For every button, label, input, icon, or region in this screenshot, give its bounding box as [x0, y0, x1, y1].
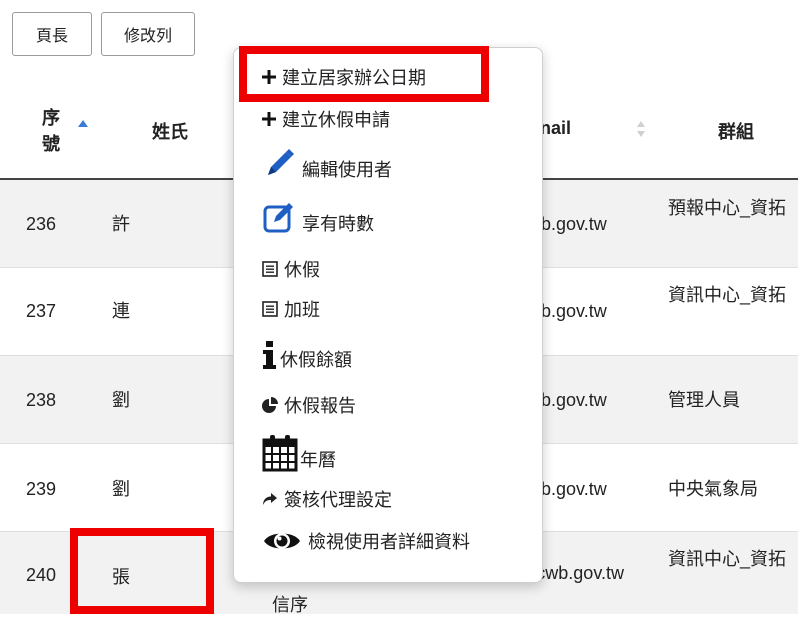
edit-square-icon	[262, 201, 296, 235]
cell-name: 連	[112, 301, 130, 321]
cell-id: 236	[26, 214, 57, 234]
cell-id: 237	[26, 301, 57, 321]
highlight-box-menu-item	[239, 46, 489, 102]
menu-item-label: 休假	[284, 260, 320, 280]
cell-group: 管理人員	[668, 390, 740, 410]
menu-item-label: 年曆	[300, 450, 336, 470]
plus-icon	[262, 112, 276, 126]
cell-name: 劉	[112, 479, 130, 499]
cell-group: 資訊中心_資拓	[668, 285, 787, 305]
menu-item-create-leave-request[interactable]: 建立休假申請	[262, 106, 390, 132]
menu-item-label: 編輯使用者	[302, 160, 392, 180]
cell-given-name: 信序	[272, 595, 308, 615]
cell-group: 資訊中心_資拓	[668, 549, 787, 569]
cell-name: 許	[112, 214, 130, 234]
menu-item-edit-user[interactable]: 編輯使用者	[262, 146, 392, 182]
menu-item-view-user-details[interactable]: 檢視使用者詳細資料	[262, 528, 470, 554]
highlight-box-name-cell	[70, 528, 214, 614]
menu-item-label: 休假餘額	[280, 350, 352, 370]
sort-ascending-icon[interactable]	[78, 120, 88, 127]
cell-name: 劉	[112, 390, 130, 410]
cell-group: 預報中心_資拓	[668, 198, 787, 218]
calendar-icon	[262, 434, 298, 472]
menu-item-label: 簽核代理設定	[284, 490, 392, 510]
pencil-icon	[262, 147, 296, 181]
share-arrow-icon	[262, 492, 278, 506]
context-menu: 建立居家辦公日期 建立休假申請 編輯使用者 享有時數 休假 加班 休假餘額 休假…	[233, 47, 543, 583]
page-length-button[interactable]: 頁長	[12, 12, 92, 56]
list-icon	[262, 261, 278, 277]
cell-id: 240	[26, 565, 57, 585]
menu-item-calendar[interactable]: 年曆	[262, 434, 336, 472]
sort-both-icon[interactable]	[637, 121, 645, 137]
header-group[interactable]: 群組	[718, 118, 754, 144]
menu-item-leave-balance[interactable]: 休假餘額	[262, 338, 352, 372]
menu-item-label: 檢視使用者詳細資料	[308, 532, 470, 552]
menu-item-leave[interactable]: 休假	[262, 256, 320, 282]
list-icon	[262, 301, 278, 317]
menu-item-entitled-hours[interactable]: 享有時數	[262, 200, 374, 236]
header-email[interactable]: nail	[540, 118, 571, 139]
info-icon	[262, 340, 278, 370]
cell-group: 中央氣象局	[668, 479, 758, 499]
menu-item-label: 建立休假申請	[282, 110, 390, 130]
header-id-line1[interactable]: 序	[42, 104, 60, 130]
eye-icon	[262, 528, 302, 554]
menu-item-label: 休假報告	[284, 396, 356, 416]
cell-id: 239	[26, 479, 57, 499]
cell-id: 238	[26, 390, 57, 410]
menu-item-label: 享有時數	[302, 214, 374, 234]
edit-columns-button[interactable]: 修改列	[101, 12, 195, 56]
menu-item-leave-report[interactable]: 休假報告	[262, 392, 356, 418]
menu-item-overtime[interactable]: 加班	[262, 296, 320, 322]
pie-chart-icon	[262, 397, 278, 413]
header-name[interactable]: 姓氏	[152, 118, 188, 144]
menu-item-approval-proxy[interactable]: 簽核代理設定	[262, 486, 392, 512]
menu-item-label: 加班	[284, 300, 320, 320]
header-id-line2[interactable]: 號	[42, 130, 60, 156]
